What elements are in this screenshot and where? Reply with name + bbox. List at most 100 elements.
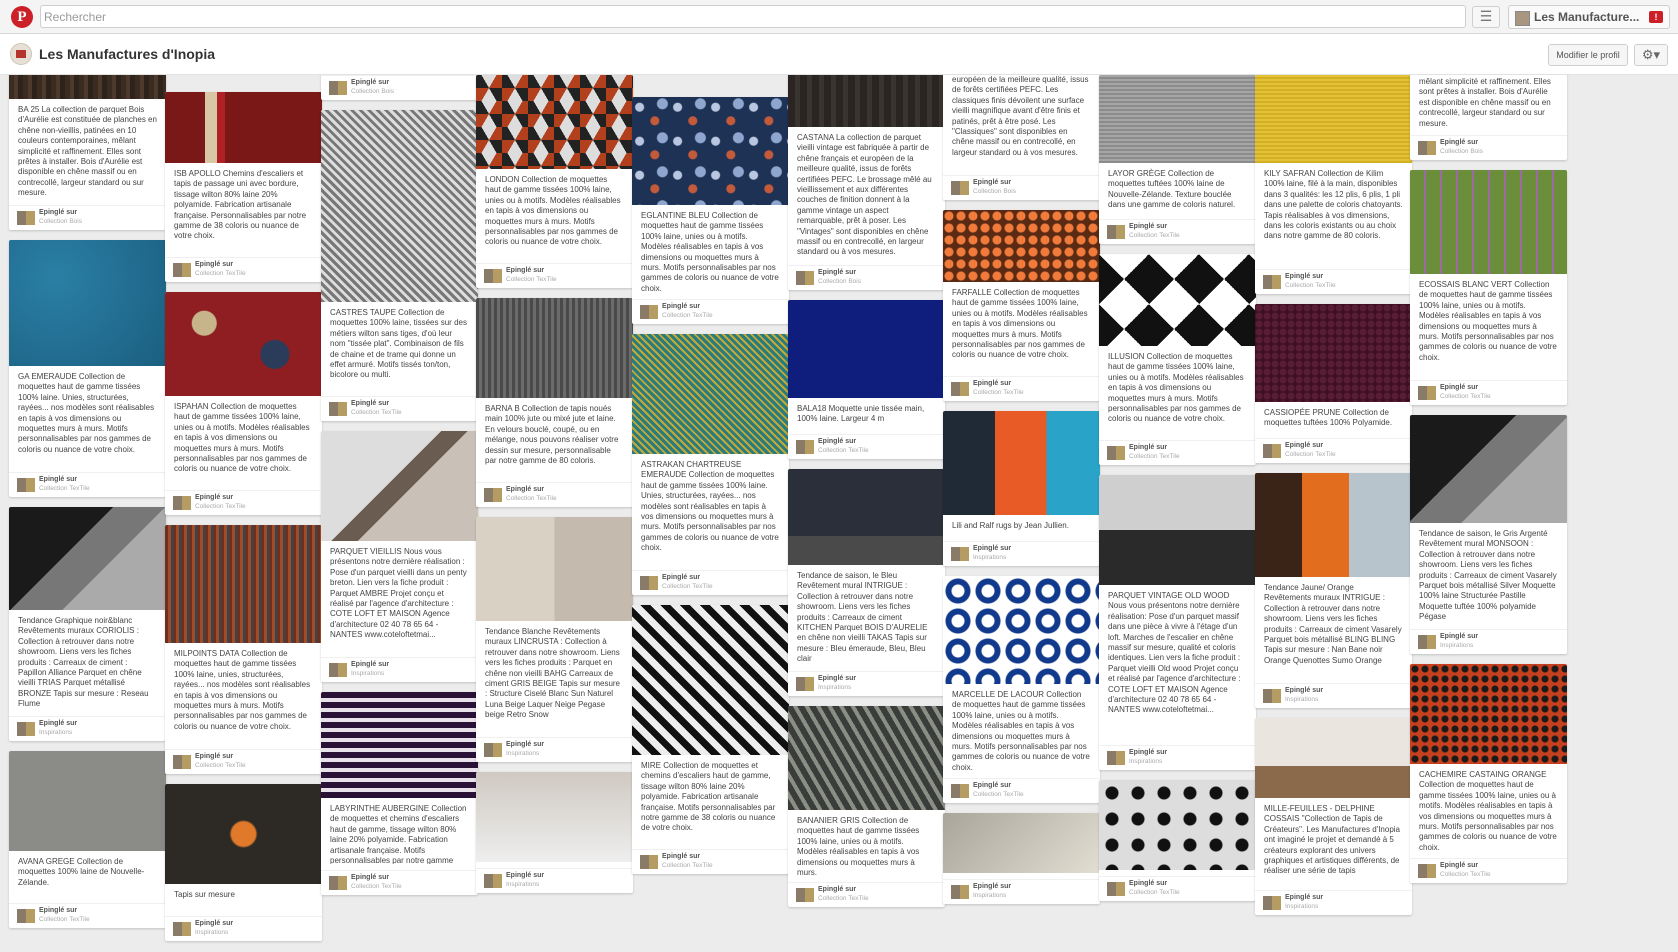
board-name[interactable]: Collection TexTile [1129,232,1180,239]
board-name[interactable]: Collection TexTile [506,495,557,502]
pin-image[interactable] [943,411,1100,515]
board-name[interactable]: Inspirations [973,554,1006,561]
pin-source[interactable]: Epinglé sur Inspirations [788,671,945,696]
board-name[interactable]: Collection TexTile [195,270,246,277]
pin-source[interactable]: Epinglé sur Collection TexTile [165,257,322,282]
board-name[interactable]: Collection TexTile [662,312,713,319]
pin-image[interactable] [476,75,633,169]
pin-image[interactable] [476,298,633,398]
pin-card[interactable]: AVANA GREGE Collection de moquettes 100%… [9,751,166,928]
pin-source[interactable]: Epinglé sur Inspirations [476,737,633,762]
board-name[interactable]: Inspirations [1285,696,1318,703]
board-name[interactable]: Collection TexTile [39,916,90,923]
pin-image[interactable] [1099,254,1256,346]
board-name[interactable]: Inspirations [1285,903,1318,910]
pin-image[interactable] [165,92,322,163]
pin-source[interactable]: Epinglé sur Inspirations [165,916,322,941]
board-name[interactable]: Collection TexTile [195,762,246,769]
pin-card[interactable]: mêlant simplicité et raffinement. Elles … [1410,75,1567,160]
pin-card[interactable]: CASTANA La collection de parquet vieilli… [788,75,945,290]
pin-card[interactable]: européen de la meilleure qualité, issus … [943,75,1100,200]
pin-image[interactable] [1410,664,1567,764]
pin-card[interactable]: MILLE-FEUILLES - DELPHINE COSSAIS "Colle… [1255,718,1412,915]
pin-card[interactable]: Tendance Blanche Revêtements muraux LINC… [476,517,633,762]
board-name[interactable]: Collection TexTile [818,447,869,454]
pin-image[interactable] [9,507,166,610]
pin-source[interactable]: Epinglé sur Collection TexTile [1410,380,1567,405]
pin-card[interactable]: Tendance Jaune/ Orange Revêtements murau… [1255,473,1412,708]
pin-card[interactable]: PARQUET VINTAGE OLD WOOD Nous vous prése… [1099,475,1256,770]
pin-source[interactable]: Epinglé sur Collection TexTile [632,849,789,874]
pin-source[interactable]: Epinglé sur Collection TexTile [1255,269,1412,294]
board-name[interactable]: Collection TexTile [351,409,402,416]
pin-image[interactable] [476,772,633,862]
pin-source[interactable]: Epinglé sur Collection TexTile [1099,876,1256,901]
pin-source[interactable]: Epinglé sur Inspirations [9,716,166,741]
board-name[interactable]: Inspirations [351,670,384,677]
pin-card[interactable]: Epinglé sur Collection TexTile [1099,780,1256,901]
board-name[interactable]: Inspirations [1129,758,1162,765]
pin-source[interactable]: Epinglé sur Inspirations [1255,890,1412,915]
pin-card[interactable]: CASTRES TAUPE Collection de moquettes 10… [321,110,478,421]
pin-source[interactable]: Epinglé sur Collection TexTile [1099,219,1256,244]
pin-source[interactable]: Epinglé sur Collection Bois [788,265,945,290]
pin-source[interactable]: Epinglé sur Collection TexTile [165,490,322,515]
board-name[interactable]: Collection Bois [1440,148,1483,155]
pin-image[interactable] [1410,415,1567,523]
pin-card[interactable]: BA 25 La collection de parquet Bois d'Au… [9,75,166,230]
pin-source[interactable]: Epinglé sur Collection Bois [9,205,166,230]
pin-source[interactable]: Epinglé sur Collection Bois [943,175,1100,200]
pin-source[interactable]: Epinglé sur Collection TexTile [788,882,945,907]
pin-source[interactable]: Epinglé sur Inspirations [1099,745,1256,770]
board-name[interactable]: Collection TexTile [39,485,90,492]
pin-card[interactable]: BANANIER GRIS Collection de moquettes ha… [788,706,945,907]
pin-image[interactable] [165,525,322,643]
pin-image[interactable] [9,751,166,851]
board-name[interactable]: Inspirations [39,729,72,736]
pinterest-logo-icon[interactable]: P [11,6,33,28]
pin-card[interactable]: CACHEMIRE CASTAING ORANGE Collection de … [1410,664,1567,883]
board-name[interactable]: Inspirations [195,929,228,936]
pin-image[interactable] [9,240,166,366]
pin-image[interactable] [1099,780,1256,870]
pin-card[interactable]: ECOSSAIS BLANC VERT Collection de moquet… [1410,170,1567,405]
board-name[interactable]: Collection Bois [351,88,394,95]
board-name[interactable]: Collection Bois [39,218,82,225]
pin-image[interactable] [476,517,633,621]
pin-source[interactable]: Epinglé sur Collection Bois [1410,135,1567,160]
pin-card[interactable]: ISB APOLLO Chemins d'escaliers et tapis … [165,92,322,282]
pin-image[interactable] [165,292,322,396]
pin-image[interactable] [943,210,1100,282]
pin-image[interactable] [1410,170,1567,274]
pin-image[interactable] [1255,473,1412,577]
board-name[interactable]: Collection TexTile [1129,453,1180,460]
board-name[interactable]: Inspirations [1440,642,1473,649]
pin-card[interactable]: LONDON Collection de moquettes haut de g… [476,75,633,288]
pin-source[interactable]: Epinglé sur Inspirations [476,868,633,893]
board-name[interactable]: Collection Bois [973,188,1016,195]
board-name[interactable]: Inspirations [973,892,1006,899]
pin-image[interactable] [788,469,945,565]
pin-image[interactable] [9,75,166,99]
board-name[interactable]: Collection TexTile [662,862,713,869]
pin-card[interactable]: EGLANTINE BLEU Collection de moquettes h… [632,97,789,324]
pin-card[interactable]: Epinglé sur Inspirations [476,772,633,893]
pin-source[interactable]: Epinglé sur Collection TexTile [943,778,1100,803]
pin-image[interactable] [321,692,478,798]
pin-card[interactable]: Epinglé sur Inspirations [943,813,1100,904]
pin-source[interactable]: Epinglé sur Inspirations [1255,683,1412,708]
edit-profile-button[interactable]: Modifier le profil [1548,44,1628,66]
pin-image[interactable] [321,431,478,541]
pin-source[interactable]: Epinglé sur Inspirations [1410,629,1567,654]
pin-image[interactable] [788,75,945,127]
board-name[interactable]: Collection Bois [818,278,861,285]
pin-image[interactable] [165,784,322,884]
user-menu-button[interactable]: Les Manufacture... ! [1508,5,1670,29]
board-name[interactable]: Collection TexTile [1440,393,1491,400]
pin-source[interactable]: Epinglé sur Collection TexTile [788,434,945,459]
pin-card[interactable]: Tendance de saison, le Bleu Revêtement m… [788,469,945,696]
pin-source[interactable]: Epinglé sur Collection TexTile [1255,438,1412,463]
pin-source[interactable]: Epinglé sur Collection Bois [321,75,478,100]
board-name[interactable]: Collection TexTile [1129,889,1180,896]
board-name[interactable]: Collection TexTile [351,883,402,890]
